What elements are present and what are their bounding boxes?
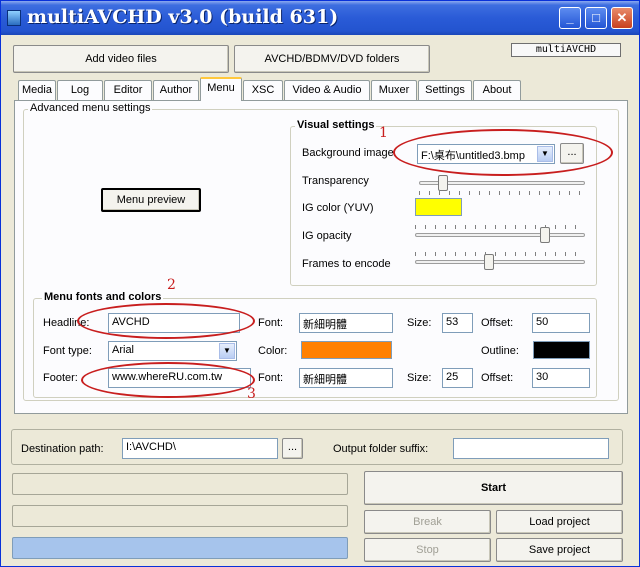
ig-opacity-label: IG opacity (302, 230, 352, 242)
text-color-swatch[interactable] (301, 341, 392, 359)
tab-editor[interactable]: Editor (104, 80, 152, 100)
headline-offset-label: Offset: (481, 317, 514, 329)
tab-author[interactable]: Author (153, 80, 199, 100)
add-video-files-button[interactable]: Add video files (13, 45, 229, 73)
footer-font-label: Font: (258, 372, 284, 384)
footer-offset-label: Offset: (481, 372, 514, 384)
ig-opacity-slider-thumb[interactable] (540, 227, 550, 243)
save-project-button[interactable]: Save project (496, 538, 623, 562)
font-type-label: Font type: (43, 345, 92, 357)
menu-preview-button[interactable]: Menu preview (101, 188, 201, 212)
outline-color-swatch[interactable] (533, 341, 590, 359)
font-type-select[interactable]: Arial ▼ (108, 341, 237, 361)
footer-size-input[interactable]: 25 (442, 368, 473, 388)
annotation-number-1: 1 (379, 125, 388, 141)
background-image-select[interactable]: F:\桌布\untitled3.bmp ▼ (417, 144, 555, 164)
minimize-button[interactable]: _ (559, 7, 581, 29)
annotation-number-3: 3 (247, 386, 256, 402)
tab-about[interactable]: About (473, 80, 521, 100)
window-title: multiAVCHD v3.0 (build 631) (27, 6, 339, 28)
footer-input[interactable]: www.whereRU.com.tw (108, 368, 251, 388)
ig-opacity-slider[interactable] (415, 225, 585, 247)
app-logo: multiAVCHD (511, 43, 621, 57)
close-button[interactable]: ✕ (611, 7, 633, 29)
tab-video-audio[interactable]: Video & Audio (284, 80, 370, 100)
destination-path-input[interactable]: I:\AVCHD\ (122, 438, 278, 459)
output-suffix-label: Output folder suffix: (333, 443, 429, 455)
footer-font-input[interactable]: 新細明體 (299, 368, 393, 388)
ig-color-swatch[interactable] (415, 198, 462, 216)
headline-font-label: Font: (258, 317, 284, 329)
output-suffix-input[interactable] (453, 438, 609, 459)
frames-to-encode-slider-thumb[interactable] (484, 254, 494, 270)
headline-size-input[interactable]: 53 (442, 313, 473, 333)
frames-to-encode-slider[interactable] (415, 252, 585, 274)
destination-browse-button[interactable]: ... (282, 438, 303, 459)
load-project-button[interactable]: Load project (496, 510, 623, 534)
tab-settings[interactable]: Settings (418, 80, 472, 100)
color-label: Color: (258, 345, 288, 357)
outline-label: Outline: (481, 345, 519, 357)
progress-bar-1 (12, 473, 348, 495)
stop-button[interactable]: Stop (364, 538, 491, 562)
progress-bar-3 (12, 537, 348, 559)
headline-font-input[interactable]: 新細明體 (299, 313, 393, 333)
menu-fonts-label: Menu fonts and colors (42, 291, 164, 303)
chevron-down-icon[interactable]: ▼ (219, 343, 235, 359)
visual-settings-label: Visual settings (295, 119, 377, 131)
background-browse-button[interactable]: ... (560, 143, 584, 164)
tab-muxer[interactable]: Muxer (371, 80, 417, 100)
headline-size-label: Size: (407, 317, 432, 329)
transparency-slider[interactable] (419, 173, 585, 195)
tab-menu[interactable]: Menu (200, 77, 242, 101)
font-type-value: Arial (112, 344, 135, 356)
transparency-slider-thumb[interactable] (438, 175, 448, 191)
tab-log[interactable]: Log (57, 80, 103, 100)
transparency-label: Transparency (302, 175, 369, 187)
destination-path-label: Destination path: (21, 443, 104, 455)
annotation-number-2: 2 (167, 277, 176, 293)
ig-color-label: IG color (YUV) (302, 202, 374, 214)
app-icon (7, 10, 21, 26)
frames-to-encode-label: Frames to encode (302, 258, 391, 270)
avchd-folders-button[interactable]: AVCHD/BDMV/DVD folders (234, 45, 430, 73)
headline-label: Headline: (43, 317, 90, 329)
footer-label: Footer: (43, 372, 78, 384)
break-button[interactable]: Break (364, 510, 491, 534)
tab-media[interactable]: Media (18, 80, 56, 100)
maximize-button[interactable]: □ (585, 7, 607, 29)
background-image-label: Background image (302, 147, 394, 159)
menu-tab-panel: Advanced menu settings Menu preview Visu… (14, 100, 628, 414)
progress-bar-2 (12, 505, 348, 527)
headline-input[interactable]: AVCHD (108, 313, 240, 333)
main-window: multiAVCHD v3.0 (build 631) _ □ ✕ Add vi… (0, 0, 640, 567)
advanced-menu-label: Advanced menu settings (28, 102, 153, 114)
headline-offset-input[interactable]: 50 (532, 313, 590, 333)
footer-size-label: Size: (407, 372, 432, 384)
start-button[interactable]: Start (364, 471, 623, 505)
background-image-value: F:\桌布\untitled3.bmp (421, 150, 525, 162)
chevron-down-icon[interactable]: ▼ (537, 146, 553, 162)
title-bar[interactable]: multiAVCHD v3.0 (build 631) _ □ ✕ (1, 1, 639, 35)
footer-offset-input[interactable]: 30 (532, 368, 590, 388)
tab-xsc[interactable]: XSC (243, 80, 283, 100)
